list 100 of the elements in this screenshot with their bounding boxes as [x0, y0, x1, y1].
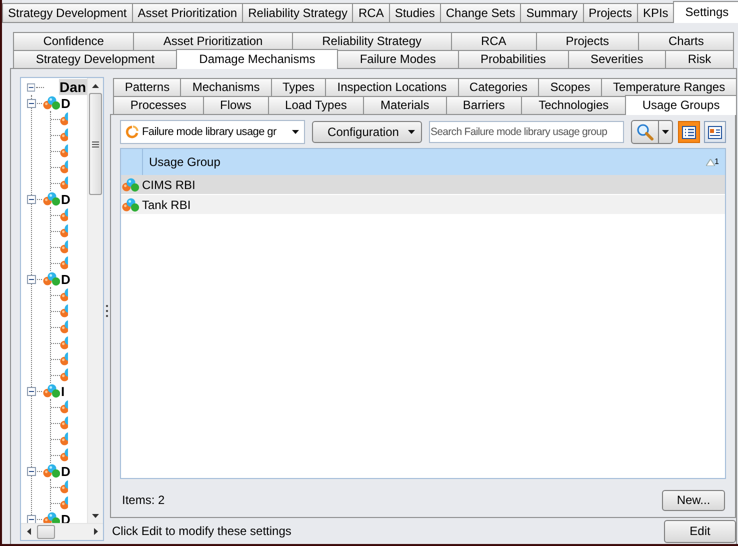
cube-icon: [60, 256, 68, 270]
search-field[interactable]: Search Failure mode library usage group: [428, 121, 624, 143]
tab[interactable]: Asset Prioritization: [132, 3, 244, 22]
tab[interactable]: Reliability Strategy: [242, 3, 354, 22]
cube-icon: [60, 240, 68, 254]
collapse-icon[interactable]: [27, 82, 36, 92]
horizontal-scrollbar[interactable]: [21, 523, 103, 540]
cube-icon: [60, 224, 68, 238]
cube-icon: [60, 352, 68, 366]
tab[interactable]: Probabilities: [458, 50, 569, 68]
caret-icon: [292, 130, 299, 134]
cubes-icon: [43, 192, 60, 206]
tab[interactable]: Risk: [665, 50, 734, 68]
collapse-icon[interactable]: [27, 98, 36, 108]
items-count: Items: 2: [122, 493, 165, 507]
tab[interactable]: Materials: [363, 96, 447, 114]
cube-icon: [60, 320, 68, 334]
tab[interactable]: Damage Mechanisms: [176, 49, 338, 69]
tab[interactable]: Mechanisms: [180, 78, 272, 96]
caret-icon: [662, 130, 669, 134]
scroll-down-icon[interactable]: [92, 514, 99, 518]
tab[interactable]: Asset Prioritization: [133, 32, 293, 50]
caret-icon: [408, 130, 415, 134]
vertical-scrollbar[interactable]: [87, 78, 103, 523]
tab[interactable]: Technologies: [521, 96, 626, 114]
collapse-icon[interactable]: [27, 514, 36, 523]
tab[interactable]: Types: [270, 78, 326, 96]
tab[interactable]: Failure Modes: [337, 50, 459, 68]
search-options-button[interactable]: [658, 121, 672, 143]
cube-icon: [60, 176, 68, 190]
tree-node-label[interactable]: D: [60, 464, 72, 478]
cube-icon: [60, 400, 68, 414]
cubes-icon: [122, 198, 140, 212]
tab[interactable]: Inspection Locations: [325, 78, 459, 96]
scroll-right-icon[interactable]: [94, 528, 98, 535]
edit-button[interactable]: Edit: [664, 520, 736, 542]
tree-node-label[interactable]: D: [60, 272, 72, 286]
tree-node-label[interactable]: Dan: [58, 79, 87, 95]
new-button[interactable]: New...: [662, 490, 725, 510]
tab[interactable]: Charts: [638, 32, 734, 50]
tab[interactable]: Categories: [458, 78, 540, 96]
cube-icon: [60, 496, 68, 510]
library-dropdown[interactable]: Failure mode library usage gr: [120, 120, 305, 144]
scroll-thumb[interactable]: [37, 525, 55, 539]
collapse-icon[interactable]: [27, 386, 36, 396]
configuration-button[interactable]: Configuration: [312, 121, 422, 143]
scroll-thumb[interactable]: [89, 93, 102, 195]
collapse-icon[interactable]: [27, 194, 36, 204]
tab[interactable]: RCA: [352, 3, 390, 22]
collapse-icon[interactable]: [27, 466, 36, 476]
cube-icon: [60, 448, 68, 462]
cube-icon: [60, 160, 68, 174]
tab[interactable]: Severities: [568, 50, 666, 68]
collapse-icon[interactable]: [27, 274, 36, 284]
tab[interactable]: KPIs: [636, 3, 674, 22]
scroll-left-icon[interactable]: [26, 528, 30, 535]
tab[interactable]: Load Types: [268, 96, 364, 114]
tab[interactable]: Strategy Development: [13, 50, 178, 68]
grid-row[interactable]: CIMS RBI: [121, 175, 725, 195]
cube-icon: [60, 432, 68, 446]
search-icon: [636, 123, 654, 141]
tab[interactable]: Scopes: [538, 78, 602, 96]
swirl-icon: [125, 125, 139, 139]
tab[interactable]: Settings: [673, 1, 738, 23]
tab[interactable]: Temperature Ranges: [601, 78, 737, 96]
sort-index: 1: [714, 158, 719, 166]
tab[interactable]: Change Sets: [440, 3, 522, 22]
list-view-button[interactable]: [678, 121, 700, 143]
tab[interactable]: Strategy Development: [2, 3, 133, 22]
details-view-button[interactable]: [704, 121, 726, 143]
tree-node-label[interactable]: I: [60, 384, 66, 398]
cube-icon: [60, 480, 68, 494]
tab[interactable]: Usage Groups: [625, 95, 738, 115]
tab[interactable]: Studies: [388, 3, 441, 22]
tab[interactable]: Summary: [520, 3, 584, 22]
cubes-icon: [122, 178, 140, 192]
cube-icon: [60, 288, 68, 302]
cube-icon: [60, 144, 68, 158]
cube-icon: [60, 336, 68, 350]
tab[interactable]: Projects: [582, 3, 638, 22]
scroll-up-icon[interactable]: [92, 84, 99, 88]
tree-node-label[interactable]: D: [60, 192, 72, 206]
grid-row[interactable]: Tank RBI: [121, 195, 725, 215]
tab[interactable]: Confidence: [13, 32, 134, 50]
row-label: CIMS RBI: [142, 178, 196, 192]
cubes-icon: [43, 464, 60, 478]
tab[interactable]: Flows: [202, 96, 269, 114]
tab[interactable]: Patterns: [113, 78, 182, 96]
tab[interactable]: Barriers: [446, 96, 522, 114]
cube-icon: [60, 416, 68, 430]
tab[interactable]: Projects: [536, 32, 640, 50]
grip-icon: [92, 140, 99, 148]
tree-node-label[interactable]: D: [60, 96, 72, 110]
cubes-icon: [43, 96, 60, 110]
tab[interactable]: Reliability Strategy: [292, 32, 452, 50]
tab[interactable]: RCA: [450, 32, 536, 50]
list-icon: [682, 126, 696, 138]
cube-icon: [60, 368, 68, 382]
tab[interactable]: Processes: [113, 96, 204, 114]
cube-icon: [60, 128, 68, 142]
